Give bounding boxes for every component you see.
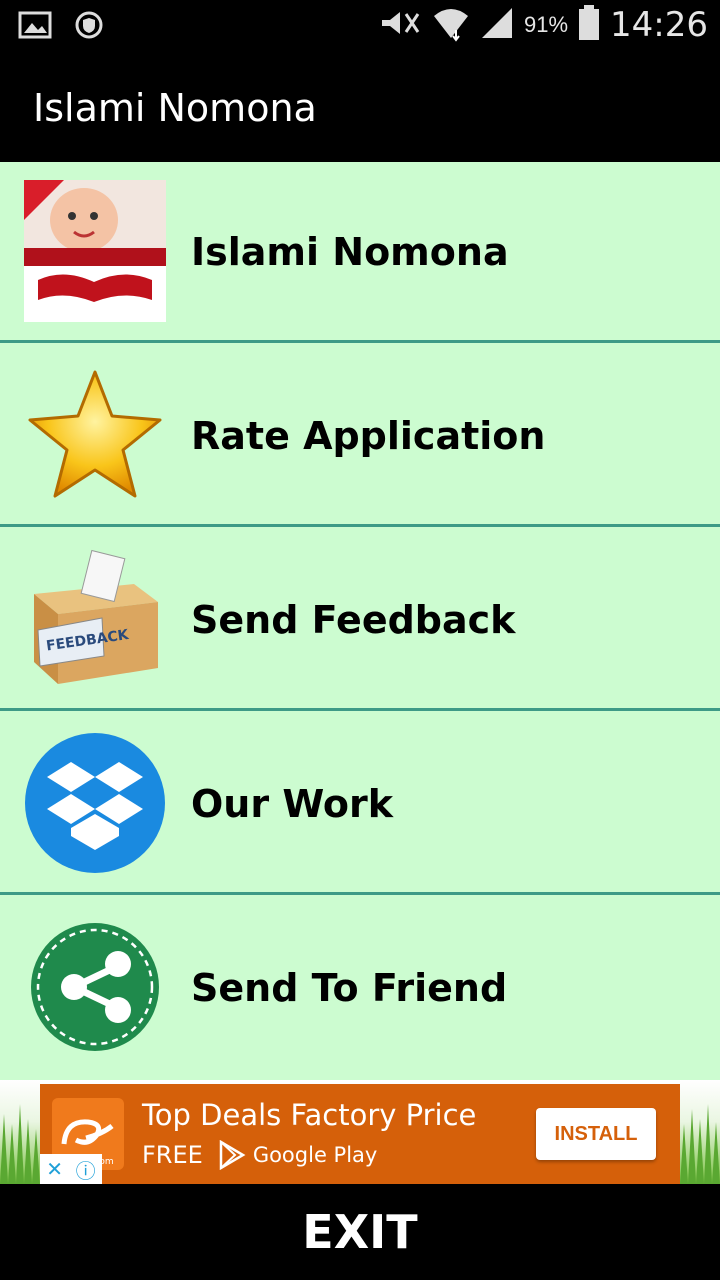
ad-banner[interactable]: Alibaba.com Top Deals Factory Price FREE… <box>0 1080 720 1184</box>
menu-item-label: Our Work <box>191 782 394 826</box>
star-icon <box>24 364 166 506</box>
feedback-box-icon: FEEDBACK <box>24 548 166 690</box>
menu-item-rate-application[interactable]: Rate Application <box>0 346 720 527</box>
ad-subtitle: FREE Google Play <box>142 1140 377 1170</box>
install-button[interactable]: INSTALL <box>536 1108 656 1160</box>
clock: 14:26 <box>610 5 708 45</box>
shield-icon <box>74 8 104 47</box>
play-store-icon <box>219 1140 246 1170</box>
battery-percent: 91% <box>523 12 569 37</box>
menu-item-our-work[interactable]: Our Work <box>0 714 720 895</box>
ad-choices[interactable]: ✕ ⓘ <box>40 1154 102 1184</box>
menu-item-islami-nomona[interactable]: Islami Nomona <box>0 162 720 343</box>
exit-button[interactable]: EXIT <box>0 1184 720 1280</box>
app-thumbnail-icon <box>24 180 166 322</box>
menu-item-label: Send Feedback <box>191 598 516 642</box>
status-bar: 91% 14:26 <box>0 0 720 50</box>
app-title: Islami Nomona <box>33 86 317 130</box>
menu-item-label: Rate Application <box>191 414 546 458</box>
signal-icon <box>480 6 514 45</box>
app-bar: Islami Nomona <box>0 50 720 162</box>
close-icon[interactable]: ✕ <box>46 1157 63 1182</box>
menu-item-send-feedback[interactable]: FEEDBACK Send Feedback <box>0 530 720 711</box>
share-icon <box>24 916 166 1058</box>
divider <box>0 340 720 343</box>
grass-decoration <box>0 1104 40 1184</box>
gallery-icon <box>18 8 52 47</box>
grass-decoration <box>680 1104 720 1184</box>
ad-card[interactable]: Alibaba.com Top Deals Factory Price FREE… <box>40 1084 680 1184</box>
menu-item-label: Send To Friend <box>191 966 508 1010</box>
menu-item-send-to-friend[interactable]: Send To Friend <box>0 898 720 1079</box>
ad-title: Top Deals Factory Price <box>142 1098 477 1132</box>
divider <box>0 708 720 711</box>
info-icon[interactable]: ⓘ <box>76 1155 96 1184</box>
dropbox-icon <box>24 732 166 874</box>
store-label: Google Play <box>252 1143 378 1167</box>
divider <box>0 524 720 527</box>
menu-list: Islami Nomona Rate Application FEEDBACK … <box>0 162 720 1080</box>
exit-label: EXIT <box>302 1205 418 1259</box>
ad-free-label: FREE <box>142 1141 203 1169</box>
google-play-badge: Google Play <box>217 1140 378 1170</box>
menu-item-label: Islami Nomona <box>191 230 509 274</box>
divider <box>0 892 720 895</box>
mute-icon <box>378 6 422 45</box>
battery-icon <box>578 4 600 46</box>
wifi-icon <box>432 4 470 47</box>
